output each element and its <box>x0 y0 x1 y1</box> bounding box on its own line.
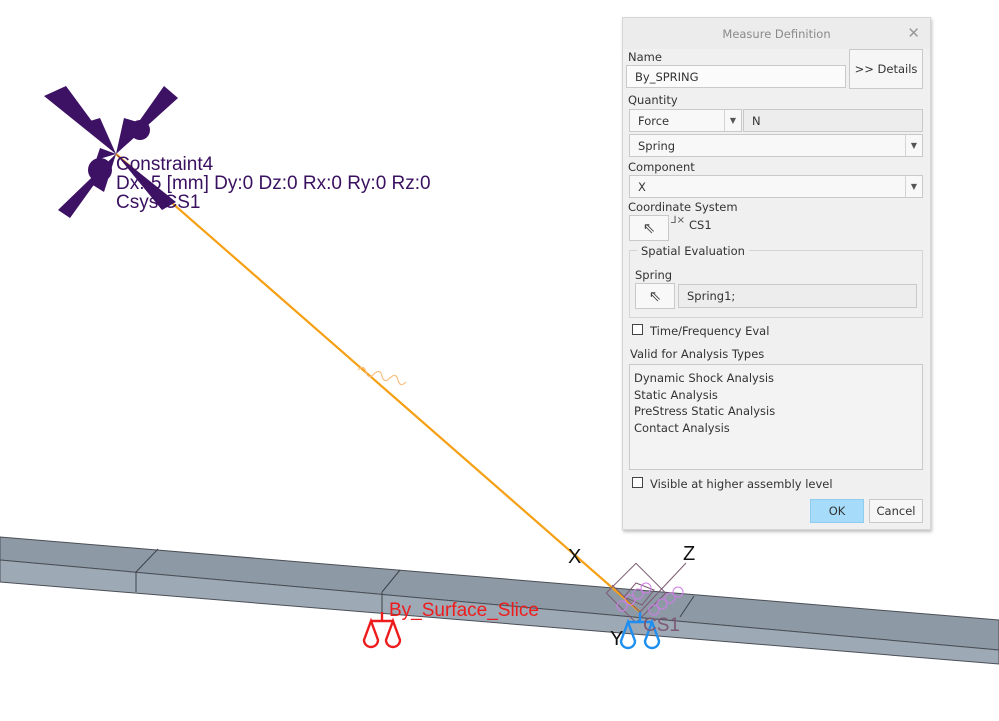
list-item[interactable]: PreStress Static Analysis <box>634 403 918 420</box>
measure-definition-dialog: Measure Definition ✕ Name >> Details Qua… <box>622 17 931 530</box>
close-icon[interactable]: ✕ <box>907 24 920 42</box>
csys-value: CS1 <box>689 218 712 232</box>
chevron-down-icon: ▼ <box>905 135 922 156</box>
cancel-button[interactable]: Cancel <box>869 499 923 523</box>
spatial-evaluation-label: Spatial Evaluation <box>637 244 749 258</box>
valid-types-label: Valid for Analysis Types <box>630 347 765 361</box>
cursor-arrow-icon: ⇖ <box>648 287 662 305</box>
name-field[interactable] <box>626 65 846 88</box>
constraint-name-label: Constraint4 <box>116 154 214 175</box>
list-item[interactable]: Static Analysis <box>634 387 918 404</box>
axis-z-label: Z <box>683 543 696 565</box>
valid-types-list[interactable]: Dynamic Shock Analysis Static Analysis P… <box>629 364 923 470</box>
axis-x-label: X <box>568 546 582 568</box>
csys-icon: ⅃× <box>671 215 685 226</box>
constraint-values-label: Dx:-5 [mm] Dy:0 Dz:0 Rx:0 Ry:0 Rz:0 <box>116 173 431 194</box>
list-item[interactable]: Contact Analysis <box>634 420 918 437</box>
csys-label: CS1 <box>643 615 680 636</box>
chevron-down-icon: ▼ <box>724 110 741 131</box>
quantity-value: Force <box>638 113 670 128</box>
unit-field: N <box>743 109 923 132</box>
spring-label: Spring <box>635 268 673 282</box>
time-frequency-checkbox[interactable] <box>632 324 643 335</box>
unit-value: N <box>752 113 761 128</box>
axis-y-label: Y <box>610 628 624 650</box>
component-value: X <box>638 179 646 194</box>
quantity-select[interactable]: Force ▼ <box>629 109 742 132</box>
list-item[interactable]: Dynamic Shock Analysis <box>634 370 918 387</box>
ok-button[interactable]: OK <box>810 499 864 523</box>
cursor-arrow-icon: ⇖ <box>642 219 656 237</box>
dialog-title: Measure Definition <box>722 27 831 41</box>
spring-value: Spring1; <box>687 289 736 303</box>
visible-higher-label: Visible at higher assembly level <box>650 477 833 491</box>
spring-line[interactable] <box>115 153 641 613</box>
constraint-csys-label: Csys:CS1 <box>116 192 201 213</box>
time-frequency-label: Time/Frequency Eval <box>650 324 770 338</box>
component-label: Component <box>628 160 695 174</box>
dialog-titlebar[interactable]: Measure Definition ✕ <box>623 18 930 49</box>
coordinate-system-label: Coordinate System <box>628 200 738 214</box>
csys-select-button[interactable]: ⇖ <box>629 215 669 241</box>
details-button[interactable]: >> Details <box>849 49 923 89</box>
surface-slice-label: By_Surface_Slice <box>389 600 539 621</box>
quantity-label: Quantity <box>628 93 678 107</box>
quantity-type-select[interactable]: Spring ▼ <box>629 134 923 157</box>
quantity-type-value: Spring <box>638 138 676 153</box>
spring-field[interactable]: Spring1; <box>678 284 917 308</box>
spring-coil-icon <box>357 366 407 386</box>
name-label: Name <box>628 50 662 64</box>
spring-select-button[interactable]: ⇖ <box>635 283 675 309</box>
component-select[interactable]: X ▼ <box>629 175 923 198</box>
chevron-down-icon: ▼ <box>905 176 922 197</box>
name-input[interactable] <box>635 69 845 84</box>
visible-higher-checkbox[interactable] <box>632 477 643 488</box>
